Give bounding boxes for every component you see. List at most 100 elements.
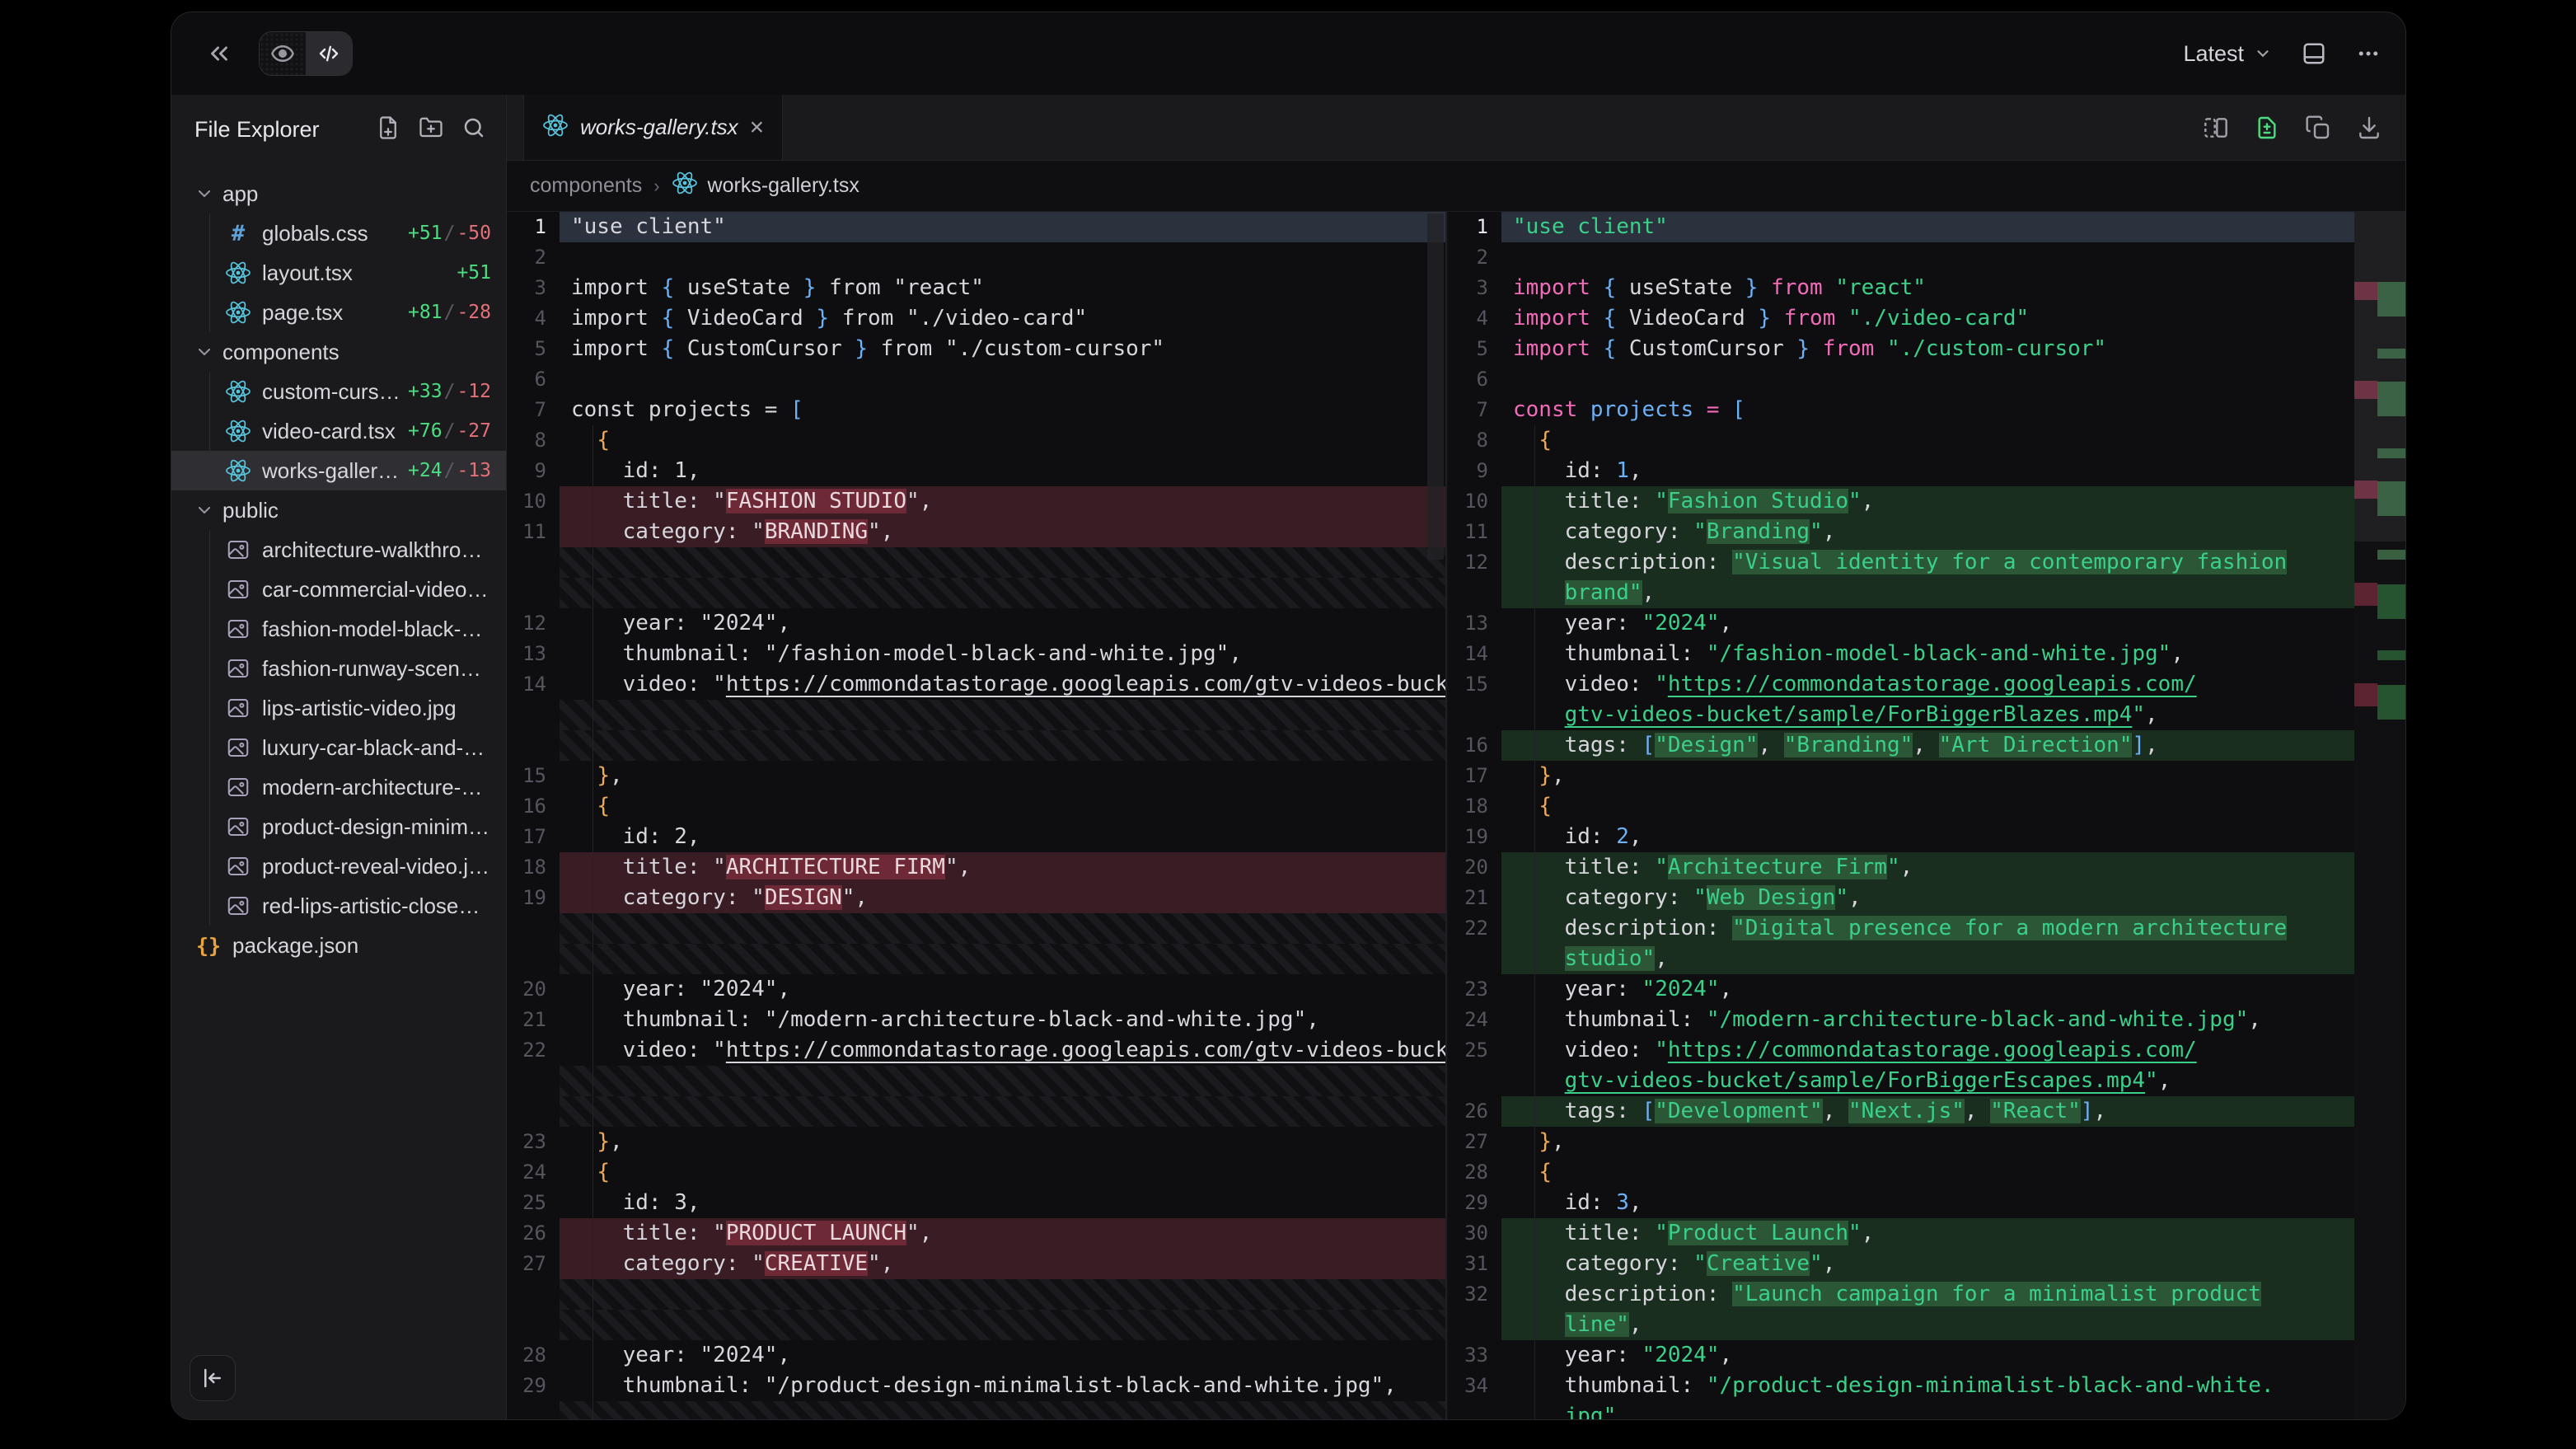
code-line-new[interactable]: 29 id: 3, [1449, 1188, 2405, 1218]
code-line-old[interactable] [507, 1066, 1445, 1096]
tree-file-red-lips-artistic-close-[interactable]: red-lips-artistic-close… [171, 886, 506, 926]
code-line-old[interactable]: 23 }, [507, 1127, 1445, 1157]
tree-file-fashion-runway-scen-[interactable]: fashion-runway-scen… [171, 649, 506, 688]
code-line-new[interactable]: 34 thumbnail: "/product-design-minimalis… [1449, 1371, 2405, 1401]
code-line-old[interactable] [507, 1401, 1445, 1419]
code-line-old[interactable]: 3import { useState } from "react" [507, 273, 1445, 303]
version-dropdown[interactable]: Latest [2183, 41, 2272, 67]
code-line-new[interactable]: 31 category: "Creative", [1449, 1249, 2405, 1279]
code-line-old[interactable]: 21 thumbnail: "/modern-architecture-blac… [507, 1005, 1445, 1035]
collapse-panel-icon[interactable] [201, 35, 237, 72]
tree-file-luxury-car-black-and-[interactable]: luxury-car-black-and-… [171, 728, 506, 767]
diff-pane-new[interactable]: 1"use client"23import { useState } from … [1449, 212, 2405, 1419]
code-toggle-button[interactable] [306, 32, 352, 75]
tree-file-car-commercial-video-[interactable]: car-commercial-video… [171, 570, 506, 609]
tree-file-layout.tsx[interactable]: layout.tsx+51 [171, 253, 506, 293]
left-pane-scrollbar[interactable] [1427, 213, 1444, 560]
code-line-old[interactable]: 9 id: 1, [507, 456, 1445, 486]
copy-icon[interactable] [2305, 115, 2331, 141]
code-line-old[interactable]: 26 title: "PRODUCT LAUNCH", [507, 1218, 1445, 1249]
code-line-old[interactable]: 4import { VideoCard } from "./video-card… [507, 303, 1445, 334]
code-line-new[interactable]: 5import { CustomCursor } from "./custom-… [1449, 334, 2405, 364]
code-line-old[interactable] [507, 547, 1445, 578]
code-line-old[interactable]: 8 { [507, 425, 1445, 456]
code-line-old[interactable]: 24 { [507, 1157, 1445, 1188]
tree-file-video-card.tsx[interactable]: video-card.tsx+76/-27 [171, 411, 506, 451]
code-line-old[interactable]: 2 [507, 242, 1445, 273]
code-line-new[interactable]: 30 title: "Product Launch", [1449, 1218, 2405, 1249]
code-line-old[interactable] [507, 578, 1445, 608]
code-line-old[interactable]: 7const projects = [ [507, 395, 1445, 425]
code-line-new[interactable]: 4import { VideoCard } from "./video-card… [1449, 303, 2405, 334]
code-line-old[interactable] [507, 944, 1445, 974]
code-line-new[interactable]: 13 year: "2024", [1449, 608, 2405, 639]
code-line-new[interactable]: 11 category: "Branding", [1449, 517, 2405, 547]
code-line-new[interactable]: 22 description: "Digital presence for a … [1449, 913, 2405, 944]
code-line-old[interactable]: 16 { [507, 791, 1445, 822]
code-line-old[interactable] [507, 1279, 1445, 1310]
code-line-old[interactable] [507, 1310, 1445, 1340]
tree-file-page.tsx[interactable]: page.tsx+81/-28 [171, 293, 506, 332]
code-line-old[interactable]: 20 year: "2024", [507, 974, 1445, 1005]
code-line-old[interactable] [507, 700, 1445, 730]
code-line-old[interactable]: 27 category: "CREATIVE", [507, 1249, 1445, 1279]
code-line-new[interactable]: gtv-videos-bucket/sample/ForBiggerEscape… [1449, 1066, 2405, 1096]
close-tab-icon[interactable]: × [750, 115, 765, 140]
more-options-icon[interactable] [2356, 41, 2381, 66]
code-line-old[interactable]: 28 year: "2024", [507, 1340, 1445, 1371]
code-line-new[interactable]: 20 title: "Architecture Firm", [1449, 852, 2405, 883]
code-line-new[interactable]: 6 [1449, 364, 2405, 395]
code-line-new[interactable]: 9 id: 1, [1449, 456, 2405, 486]
code-line-new[interactable]: 24 thumbnail: "/modern-architecture-blac… [1449, 1005, 2405, 1035]
search-icon[interactable] [461, 115, 486, 144]
code-line-old[interactable]: 17 id: 2, [507, 822, 1445, 852]
code-line-old[interactable]: 1"use client" [507, 212, 1445, 242]
code-line-new[interactable]: 17 }, [1449, 761, 2405, 791]
code-line-new[interactable]: gtv-videos-bucket/sample/ForBiggerBlazes… [1449, 700, 2405, 730]
code-line-new[interactable]: studio", [1449, 944, 2405, 974]
split-view-icon[interactable] [2203, 115, 2229, 141]
code-line-new[interactable]: 15 video: "https://commondatastorage.goo… [1449, 669, 2405, 700]
code-line-old[interactable]: 12 year: "2024", [507, 608, 1445, 639]
code-line-old[interactable]: 14 video: "https://commondatastorage.goo… [507, 669, 1445, 700]
breadcrumb-parent[interactable]: components [530, 174, 642, 198]
code-line-new[interactable]: line", [1449, 1310, 2405, 1340]
code-line-old[interactable]: 6 [507, 364, 1445, 395]
code-line-old[interactable]: 11 category: "BRANDING", [507, 517, 1445, 547]
new-file-icon[interactable] [376, 115, 400, 144]
collapse-sidebar-button[interactable] [190, 1355, 236, 1401]
code-line-new[interactable]: 21 category: "Web Design", [1449, 883, 2405, 913]
code-line-old[interactable]: 19 category: "DESIGN", [507, 883, 1445, 913]
preview-toggle-button[interactable] [260, 32, 306, 75]
code-line-old[interactable]: 18 title: "ARCHITECTURE FIRM", [507, 852, 1445, 883]
code-line-old[interactable]: 15 }, [507, 761, 1445, 791]
code-line-new[interactable]: 8 { [1449, 425, 2405, 456]
code-line-old[interactable]: 13 thumbnail: "/fashion-model-black-and-… [507, 639, 1445, 669]
code-line-new[interactable]: 27 }, [1449, 1127, 2405, 1157]
code-line-old[interactable]: 5import { CustomCursor } from "./custom-… [507, 334, 1445, 364]
code-line-new[interactable]: 3import { useState } from "react" [1449, 273, 2405, 303]
code-line-new[interactable]: 28 { [1449, 1157, 2405, 1188]
code-line-new[interactable]: 33 year: "2024", [1449, 1340, 2405, 1371]
code-line-new[interactable]: 26 tags: ["Development", "Next.js", "Rea… [1449, 1096, 2405, 1127]
code-line-old[interactable]: 10 title: "FASHION STUDIO", [507, 486, 1445, 517]
tab-works-gallery[interactable]: works-gallery.tsx × [523, 95, 783, 160]
code-line-new[interactable]: 2 [1449, 242, 2405, 273]
download-icon[interactable] [2356, 115, 2382, 141]
code-line-new[interactable]: 12 description: "Visual identity for a c… [1449, 547, 2405, 578]
tree-file-product-design-minim-[interactable]: product-design-minim… [171, 807, 506, 846]
tree-folder-components[interactable]: components [171, 332, 506, 372]
code-line-new[interactable]: 1"use client" [1449, 212, 2405, 242]
tree-folder-app[interactable]: app [171, 174, 506, 213]
code-line-old[interactable]: 22 video: "https://commondatastorage.goo… [507, 1035, 1445, 1066]
tree-file-package.json[interactable]: {}package.json [171, 926, 506, 965]
panel-bottom-icon[interactable] [2302, 41, 2326, 66]
code-line-new[interactable]: 18 { [1449, 791, 2405, 822]
code-line-new[interactable]: 7const projects = [ [1449, 395, 2405, 425]
code-line-new[interactable]: 23 year: "2024", [1449, 974, 2405, 1005]
code-line-new[interactable]: 14 thumbnail: "/fashion-model-black-and-… [1449, 639, 2405, 669]
code-line-new[interactable]: 25 video: "https://commondatastorage.goo… [1449, 1035, 2405, 1066]
code-line-old[interactable] [507, 913, 1445, 944]
code-line-new[interactable]: 19 id: 2, [1449, 822, 2405, 852]
new-folder-icon[interactable] [419, 115, 443, 144]
